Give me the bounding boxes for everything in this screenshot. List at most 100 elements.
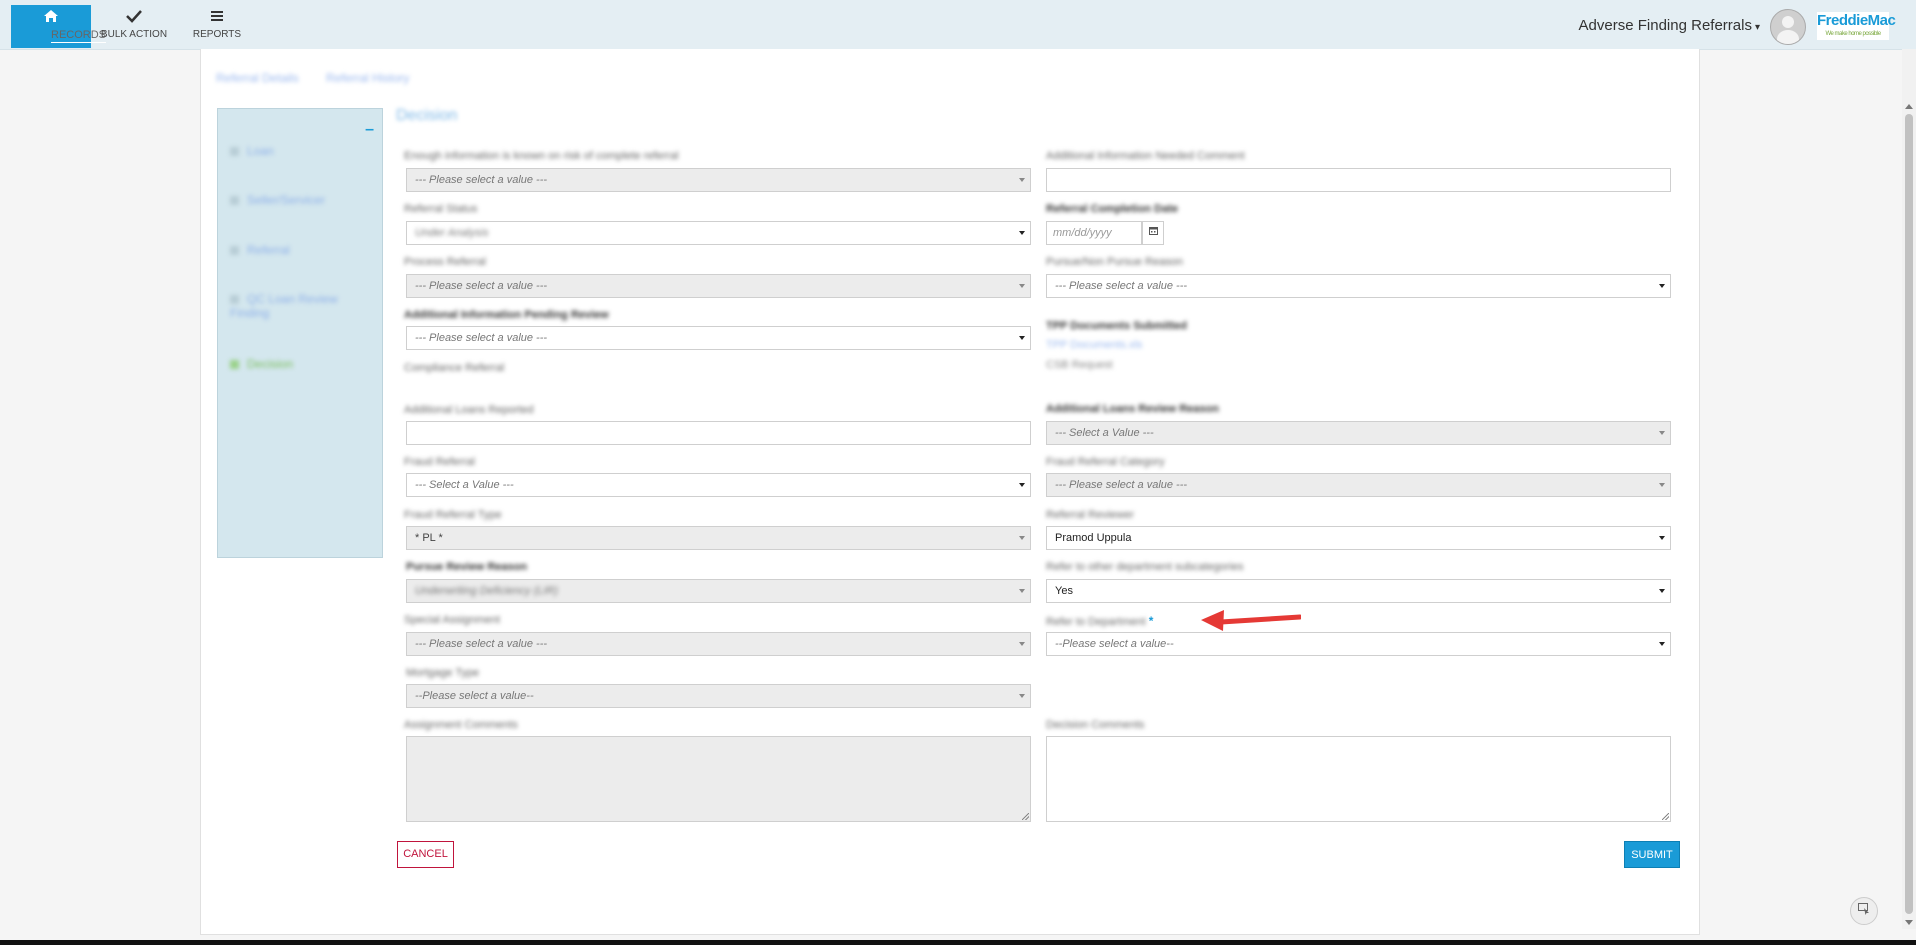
scroll-down-icon[interactable] (1905, 920, 1913, 925)
field-label: Mortgage Type (406, 667, 480, 679)
caret-down-icon (1019, 694, 1025, 698)
field-label: Referral Status (404, 203, 478, 215)
additional-loans-input[interactable] (406, 421, 1031, 445)
collapse-sidebar-button[interactable]: – (365, 121, 374, 139)
fraud-referral-type-select[interactable]: * PL * (406, 526, 1031, 550)
mortgage-type-select[interactable]: --Please select a value-- (406, 684, 1031, 708)
sidebar-item-label: Referral (247, 243, 290, 257)
caret-down-icon (1659, 431, 1665, 435)
bullet-icon (230, 246, 239, 255)
pursue-review-reason-select[interactable]: Underwriting Deficiency (LIR) (406, 579, 1031, 603)
field-label: Additional Information Needed Comment (1046, 150, 1245, 162)
caret-down-icon (1659, 642, 1665, 646)
breadcrumb-link-referral-history[interactable]: Referral History (326, 71, 409, 85)
field-label: Pursue Review Reason (406, 561, 528, 573)
required-asterisk: * (1148, 614, 1154, 628)
resize-handle-icon[interactable] (1662, 813, 1669, 820)
select-value: --- Please select a value --- (1055, 479, 1188, 491)
nav-records-tab[interactable]: RECORDS (11, 5, 107, 48)
select-value: --- Please select a value --- (415, 280, 548, 292)
referral-reviewer-select[interactable]: Pramod Uppula (1046, 526, 1671, 550)
logo-tagline: We make home possible (1825, 31, 1881, 37)
annotation-arrow-icon (1199, 607, 1303, 634)
app-switcher-dropdown[interactable]: Adverse Finding Referrals ▾ (1579, 17, 1760, 34)
bullet-icon (230, 196, 239, 205)
section-sidebar: – Loan Seller/Servicer Referral QC Loan … (217, 108, 383, 558)
field-label: Process Referral (404, 256, 486, 268)
field-label: Refer to other department subcategories (1046, 561, 1244, 573)
fraud-referral-select[interactable]: --- Select a Value --- (406, 473, 1031, 497)
select-value: * PL * (415, 532, 443, 544)
list-icon (177, 9, 257, 29)
nav-reports-tab[interactable]: REPORTS (177, 5, 257, 48)
nav-bulk-action-tab[interactable]: BULK ACTION (94, 5, 174, 48)
bullet-icon (230, 147, 239, 156)
resize-handle-icon[interactable] (1022, 813, 1029, 820)
sidebar-item-decision[interactable]: Decision (230, 357, 360, 371)
sidebar-item-referral[interactable]: Referral (230, 243, 360, 257)
field-label: Special Assignment (404, 614, 500, 626)
calendar-icon[interactable] (1142, 221, 1164, 245)
field-label: Enough information is known on risk of c… (404, 150, 679, 162)
select-value: Under Analysis (415, 227, 489, 239)
page-scrollbar[interactable] (1902, 49, 1916, 929)
tpp-document-link[interactable]: TPP Documents.xls (1046, 339, 1142, 351)
bullet-icon (230, 360, 239, 369)
assignment-comments-textarea[interactable] (406, 736, 1031, 822)
caret-down-icon (1019, 178, 1025, 182)
field-label: Fraud Referral Type (404, 509, 502, 521)
refer-subcategories-select[interactable]: Yes (1046, 579, 1671, 603)
caret-down-icon (1659, 284, 1665, 288)
sidebar-item-seller-servicer[interactable]: Seller/Servicer (230, 193, 360, 207)
sidebar-item-loan[interactable]: Loan (230, 144, 360, 158)
caret-down-icon (1659, 536, 1665, 540)
submit-button[interactable]: SUBMIT (1624, 841, 1680, 868)
scrollbar-thumb[interactable] (1905, 114, 1913, 914)
select-value: --- Select a Value --- (1055, 427, 1154, 439)
caret-down-icon (1659, 589, 1665, 593)
completion-date-input[interactable]: mm/dd/yyyy (1046, 221, 1142, 245)
caret-down-icon (1019, 536, 1025, 540)
special-assignment-select[interactable]: --- Please select a value --- (406, 632, 1031, 656)
field-label: Compliance Referral (404, 362, 505, 374)
field-label: Fraud Referral (404, 456, 475, 468)
select-value: Yes (1055, 585, 1073, 597)
select-value: --Please select a value-- (1055, 638, 1174, 650)
caret-down-icon (1019, 589, 1025, 593)
cancel-button[interactable]: CANCEL (397, 841, 454, 868)
sidebar-item-qc-loan-review-finding[interactable]: QC Loan Review Finding (230, 292, 360, 320)
top-navigation-bar: RECORDS BULK ACTION REPORTS Adverse Find… (0, 0, 1916, 50)
referral-status-select[interactable]: Under Analysis (406, 221, 1031, 245)
caret-down-icon (1019, 642, 1025, 646)
scroll-up-icon[interactable] (1905, 104, 1913, 109)
additional-loans-review-reason-select[interactable]: --- Select a Value --- (1046, 421, 1671, 445)
pursue-non-pursue-reason-select[interactable]: --- Please select a value --- (1046, 274, 1671, 298)
process-referral-select[interactable]: --- Please select a value --- (406, 274, 1031, 298)
field-label: Decision Comments (1046, 719, 1145, 731)
select-value: --- Please select a value --- (415, 174, 548, 186)
breadcrumb: Referral Details Referral History (216, 71, 433, 85)
nav-bulk-action-label: BULK ACTION (100, 29, 168, 40)
caret-down-icon (1659, 483, 1665, 487)
field-label: TPP Documents Submitted (1046, 320, 1187, 332)
field-label: Additional Loans Review Reason (1046, 403, 1219, 415)
additional-info-pending-select[interactable]: --- Please select a value --- (406, 326, 1031, 350)
enough-info-select[interactable]: --- Please select a value --- (406, 168, 1031, 192)
sidebar-item-label: Loan (247, 144, 274, 158)
select-value: --Please select a value-- (415, 690, 534, 702)
select-value: --- Select a Value --- (415, 479, 514, 491)
additional-info-comment-input[interactable] (1046, 168, 1671, 192)
decision-comments-textarea[interactable] (1046, 736, 1671, 822)
app-title: Adverse Finding Referrals (1578, 17, 1752, 34)
cursor-icon[interactable] (1850, 897, 1878, 925)
breadcrumb-link-referral-details[interactable]: Referral Details (216, 71, 299, 85)
refer-to-department-label: Refer to Department * (1046, 614, 1153, 628)
caret-down-icon (1019, 336, 1025, 340)
field-label: Referral Completion Date (1046, 203, 1179, 215)
fraud-referral-category-select[interactable]: --- Please select a value --- (1046, 473, 1671, 497)
refer-to-department-select[interactable]: --Please select a value-- (1046, 632, 1671, 656)
field-label: Pursue/Non Pursue Reason (1046, 256, 1183, 268)
select-value: --- Please select a value --- (415, 638, 548, 650)
user-avatar[interactable] (1770, 9, 1806, 45)
select-value: --- Please select a value --- (1055, 280, 1188, 292)
